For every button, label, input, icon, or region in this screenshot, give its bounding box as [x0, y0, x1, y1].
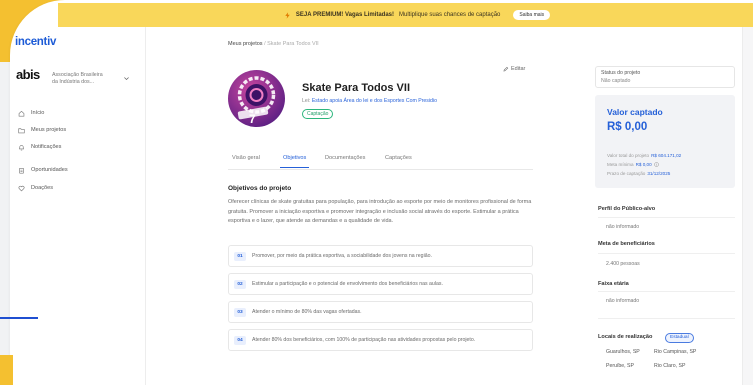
- right-edge-strip: [742, 27, 753, 385]
- project-tabs: Visão geral Objetivos Documentações Capt…: [228, 150, 533, 170]
- funding-row-value: 31/12/2025: [647, 171, 671, 176]
- project-status-box: Status do projeto Não captado: [595, 66, 735, 88]
- breadcrumb: Meus projetos / Skate Para Todos VII: [228, 41, 319, 47]
- detail-label-beneficiarios: Meta de beneficiários: [598, 241, 655, 247]
- status-label: Status do projeto: [601, 70, 641, 76]
- sidebar-item-label: Início: [31, 110, 45, 116]
- objective-item: 01 Promover, por meio da prática esporti…: [228, 245, 533, 267]
- objective-number: 03: [234, 307, 246, 317]
- funding-row-value: R$ 604.171,02: [651, 153, 682, 158]
- org-name-line1: Associação Brasileira: [52, 72, 103, 78]
- locations-badge: Estadual: [665, 333, 694, 343]
- saiba-mais-button[interactable]: Saiba mais: [513, 10, 551, 20]
- project-law: Lei: Estado apoia Área do lei e dos Espo…: [302, 98, 437, 104]
- funding-row-label: Valor total do projeto: [607, 153, 650, 158]
- funding-title: Valor captado: [607, 107, 663, 117]
- funding-row-value: R$ 0,00: [635, 162, 652, 167]
- sidebar-item-inicio[interactable]: Início: [18, 107, 133, 119]
- objective-number: 04: [234, 335, 246, 345]
- law-link[interactable]: Estado apoia Área do lei e dos Esportes …: [312, 98, 437, 104]
- objective-text: Atender 80% dos beneficiários, com 100% …: [252, 337, 476, 343]
- home-icon: [18, 110, 25, 117]
- law-label: Lei:: [302, 98, 311, 104]
- divider: [598, 291, 735, 292]
- detail-value-faixa-etaria: não informado: [606, 298, 640, 304]
- funding-amount: R$ 0,00: [607, 121, 648, 133]
- incentiv-logo[interactable]: incentiv: [15, 36, 56, 48]
- sidebar-divider: [145, 27, 146, 385]
- objective-number: 01: [234, 251, 246, 261]
- location-item: Peruíbe, SP: [606, 363, 634, 369]
- sidebar-item-label: Meus projetos: [31, 127, 67, 133]
- clipboard-icon: [18, 167, 25, 174]
- decorative-yellow-block: [0, 355, 13, 385]
- detail-value-beneficiarios: 2.400 pessoas: [606, 261, 640, 267]
- location-item: Guarulhos, SP: [606, 349, 640, 355]
- tab-objetivos[interactable]: Objetivos: [280, 150, 310, 168]
- objective-text: Atender o mínimo de 80% das vagas oferta…: [252, 309, 362, 315]
- sidebar-item-label: Doações: [31, 185, 54, 191]
- premium-banner: SEJA PREMIUM! Vagas Limitadas! Multipliq…: [58, 3, 753, 27]
- objective-item: 03 Atender o mínimo de 80% das vagas ofe…: [228, 301, 533, 323]
- divider: [598, 253, 735, 254]
- sidebar-item-label: Oportunidades: [31, 167, 68, 173]
- sidebar-item-doacoes[interactable]: Doações: [18, 182, 133, 194]
- sidebar-item-notificacoes[interactable]: Notificações: [18, 141, 133, 153]
- detail-label-publico: Perfil do Público-alvo: [598, 206, 656, 212]
- folder-icon: [18, 127, 25, 134]
- banner-highlight: SEJA PREMIUM! Vagas Limitadas!: [295, 12, 394, 18]
- location-item: Rio Campinas, SP: [654, 349, 697, 355]
- breadcrumb-current: Skate Para Todos VII: [267, 41, 319, 47]
- funding-row-total: Valor total do projeto R$ 604.171,02: [607, 153, 681, 158]
- objective-number: 02: [234, 279, 246, 289]
- chevron-down-icon[interactable]: [123, 75, 130, 82]
- tab-captacoes[interactable]: Captações: [382, 150, 415, 168]
- breadcrumb-separator: /: [264, 41, 266, 47]
- funding-row-label: Prazo de captação: [607, 171, 646, 176]
- objective-item: 02 Estimular a participação e o potencia…: [228, 273, 533, 295]
- banner-text: Multiplique suas chances de captação: [399, 12, 501, 18]
- project-logo-number: 7: [249, 112, 256, 126]
- edit-button[interactable]: Editar: [503, 66, 525, 72]
- sidebar-item-label: Notificações: [31, 144, 62, 150]
- bell-icon: [18, 144, 25, 151]
- project-logo: 7: [228, 70, 285, 127]
- heart-icon: [18, 185, 25, 192]
- divider: [598, 217, 735, 218]
- project-title: Skate Para Todos VII: [302, 82, 411, 94]
- detail-label-faixa-etaria: Faixa etária: [598, 281, 629, 287]
- sidebar-item-meus-projetos[interactable]: Meus projetos: [18, 124, 133, 136]
- funding-row-prazo: Prazo de captação 31/12/2025: [607, 171, 670, 176]
- lightning-icon: [284, 11, 291, 19]
- tab-documentacoes[interactable]: Documentações: [322, 150, 368, 168]
- locations-title: Locais de realização: [598, 334, 653, 340]
- sidebar-item-oportunidades[interactable]: Oportunidades: [18, 164, 133, 176]
- objective-text: Estimular a participação e o potencial d…: [252, 281, 443, 287]
- divider: [598, 318, 735, 319]
- tab-visao-geral[interactable]: Visão geral: [229, 150, 263, 168]
- objectives-title: Objetivos do projeto: [228, 185, 292, 192]
- objective-text: Promover, por meio da prática esportiva,…: [252, 253, 432, 259]
- edit-label: Editar: [511, 66, 526, 72]
- funding-row-label: Meta mínima: [607, 162, 634, 167]
- pencil-icon: [503, 66, 509, 72]
- breadcrumb-parent-link[interactable]: Meus projetos: [228, 41, 263, 47]
- organization-selector[interactable]: abis Associação Brasileira da Indústria …: [14, 64, 138, 94]
- funding-row-meta: Meta mínima R$ 0,00: [607, 162, 659, 167]
- status-badge: Captação: [302, 109, 334, 119]
- decorative-blue-line: [0, 317, 38, 319]
- org-name-line2: da Indústria dos...: [52, 79, 95, 85]
- org-logo: abis: [16, 67, 40, 82]
- status-value: Não captado: [601, 78, 631, 84]
- location-item: Rio Claro, SP: [654, 363, 686, 369]
- info-icon[interactable]: [653, 162, 659, 167]
- objective-item: 04 Atender 80% dos beneficiários, com 10…: [228, 329, 533, 351]
- funding-summary: Valor captado R$ 0,00 Valor total do pro…: [595, 95, 735, 188]
- objectives-description: Oferecer clínicas de skate gratuitas par…: [228, 199, 532, 224]
- detail-value-publico: não informado: [606, 224, 640, 230]
